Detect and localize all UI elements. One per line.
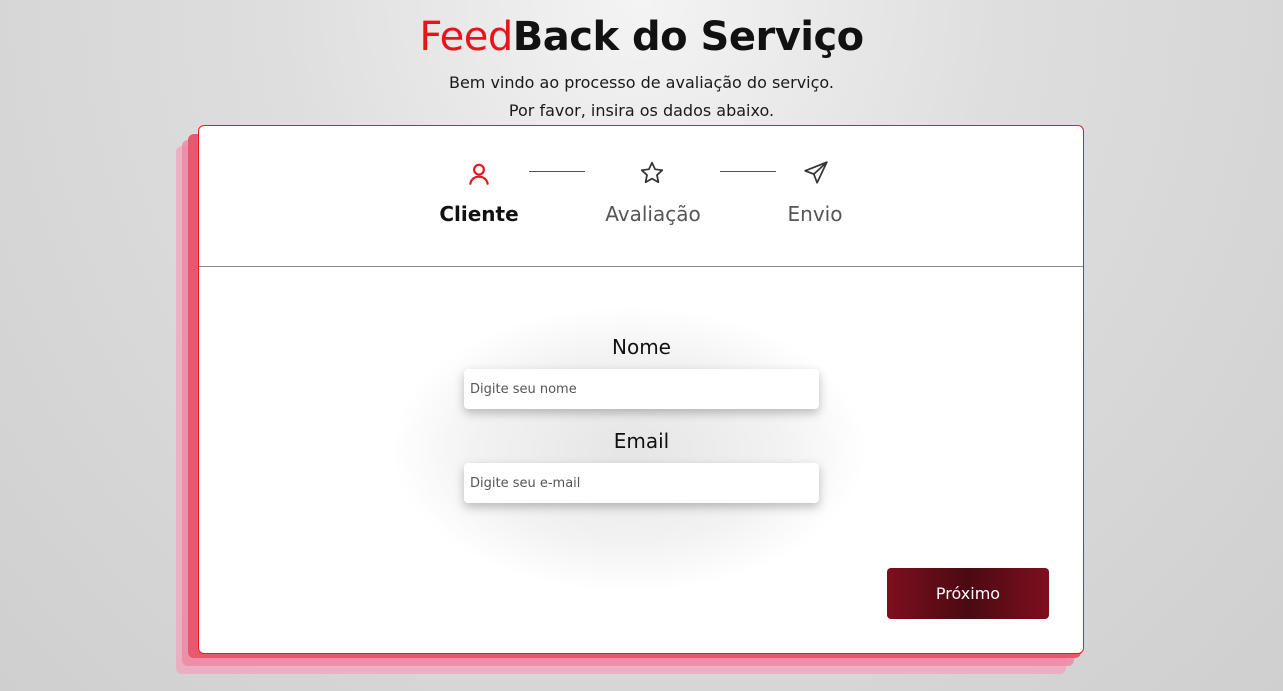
step-label-envio[interactable]: Envio [740, 202, 890, 226]
name-input[interactable] [464, 369, 819, 409]
step-connector [529, 171, 585, 172]
subtitle-line-2: Por favor, insira os dados abaixo. [508, 101, 775, 120]
step-connector [720, 171, 776, 172]
next-button[interactable]: Próximo [887, 568, 1049, 619]
page-title: FeedBack do Serviço [0, 14, 1283, 60]
title-accent: Feed [419, 14, 513, 60]
step-label-avaliacao[interactable]: Avaliação [578, 202, 728, 226]
steps-divider [199, 266, 1083, 267]
name-label: Nome [612, 335, 671, 359]
feedback-card: Cliente Avaliação Envio Nome Email Próxi… [198, 125, 1084, 654]
user-icon[interactable] [466, 161, 492, 187]
step-label-cliente[interactable]: Cliente [404, 202, 554, 226]
title-rest: Back do Serviço [512, 14, 864, 60]
subtitle-line-1: Bem vindo ao processo de avaliação do se… [448, 73, 835, 92]
send-icon[interactable] [803, 160, 829, 186]
email-input[interactable] [464, 463, 819, 503]
email-label: Email [613, 429, 670, 453]
star-icon[interactable] [639, 160, 665, 186]
